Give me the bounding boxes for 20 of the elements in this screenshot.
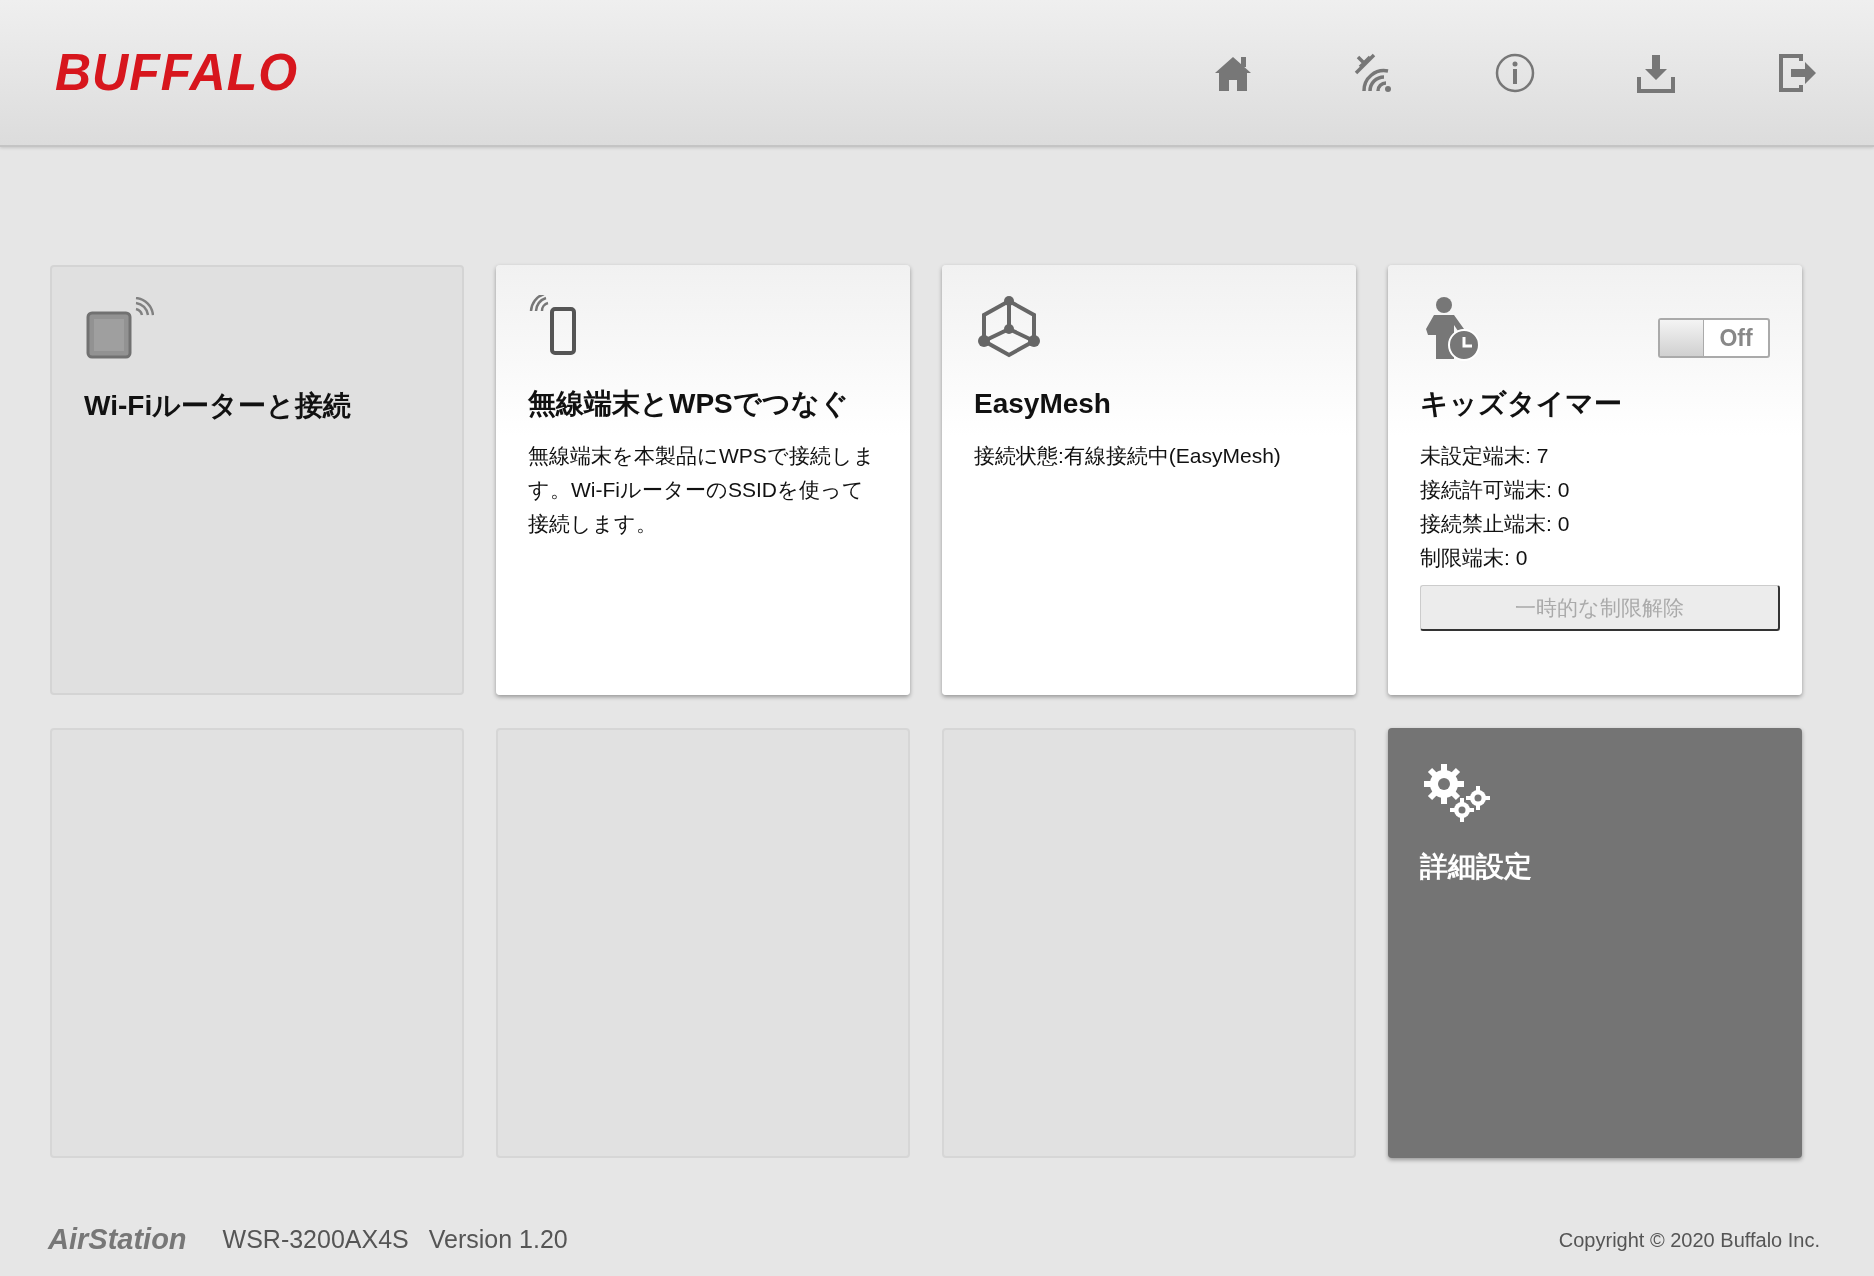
tile-title: Wi-Fiルーターと接続 (84, 389, 353, 423)
tile-text: 制限端末: 0 (1420, 545, 1529, 571)
tile-text: 接続禁止端末: 0 (1420, 511, 1571, 537)
tile-text: 接続状態:有線接続中(EasyMesh) (974, 443, 1282, 469)
toggle-switch[interactable]: Off (1658, 318, 1770, 358)
tile-text: 未設定端末: 7 (1420, 443, 1550, 469)
version-text: Version 1.20 (428, 1224, 568, 1255)
menu-tile[interactable]: 無線端末とWPSでつなぐ 無線端末を本製品にWPSで接続します。Wi-FiルーターのSSIDを使って接続します。 (496, 265, 910, 695)
settings-tile[interactable]: 詳細設定 (1388, 728, 1802, 1158)
tile-title: キッズタイマー (1420, 387, 1623, 421)
tile-title: 詳細設定 (1420, 850, 1533, 884)
menu-tile[interactable]: EasyMesh 接続状態:有線接続中(EasyMesh) (942, 265, 1356, 695)
copyright-text: Copyright © 2020 Buffalo Inc. (1558, 1227, 1820, 1253)
tile-text: 接続許可端末: 0 (1420, 477, 1571, 503)
brand-logo: BUFFALO (55, 41, 299, 104)
tile-text: 無線端末を本製品にWPSで接続します。Wi-FiルーターのSSIDを使って接続します。 (528, 443, 876, 537)
product-logo: AirStation (48, 1222, 187, 1257)
tile-title: EasyMesh (974, 387, 1112, 421)
tile-title: 無線端末とWPSでつなぐ (528, 387, 850, 421)
model-name: WSR-3200AX4S (222, 1224, 409, 1255)
